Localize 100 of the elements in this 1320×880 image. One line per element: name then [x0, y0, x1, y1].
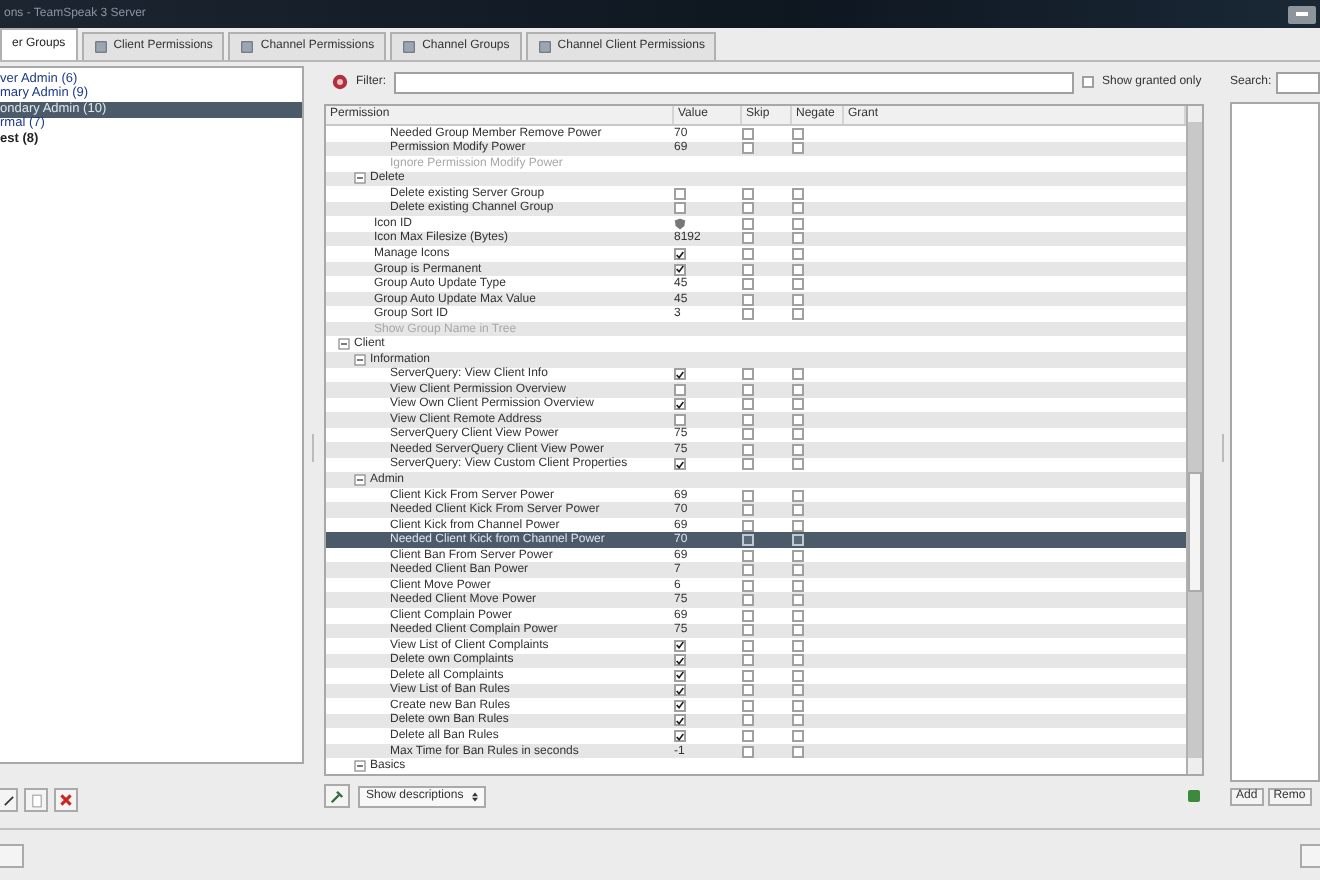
value-checkbox[interactable]: [674, 714, 686, 727]
skip-checkbox[interactable]: [742, 594, 754, 607]
skip-checkbox[interactable]: [742, 202, 754, 215]
edit-button[interactable]: [0, 788, 18, 812]
value-checkbox[interactable]: [674, 458, 686, 471]
skip-checkbox[interactable]: [742, 413, 754, 426]
value-checkbox[interactable]: [674, 263, 686, 276]
negate-checkbox[interactable]: [792, 217, 804, 230]
negate-checkbox[interactable]: [792, 458, 804, 471]
toolbar-button[interactable]: [324, 784, 350, 808]
value-checkbox[interactable]: [674, 654, 686, 667]
skip-checkbox[interactable]: [742, 443, 754, 456]
skip-checkbox[interactable]: [742, 684, 754, 697]
search-input[interactable]: [1275, 71, 1320, 93]
negate-checkbox[interactable]: [792, 699, 804, 712]
negate-checkbox[interactable]: [792, 248, 804, 261]
scrollbar[interactable]: [1186, 106, 1202, 774]
skip-checkbox[interactable]: [742, 248, 754, 261]
negate-checkbox[interactable]: [792, 232, 804, 245]
negate-checkbox[interactable]: [792, 564, 804, 577]
negate-checkbox[interactable]: [792, 624, 804, 637]
negate-checkbox[interactable]: [792, 730, 804, 743]
negate-checkbox[interactable]: [792, 187, 804, 200]
skip-checkbox[interactable]: [742, 187, 754, 200]
negate-checkbox[interactable]: [792, 383, 804, 396]
negate-checkbox[interactable]: [792, 669, 804, 682]
skip-checkbox[interactable]: [742, 142, 754, 155]
skip-checkbox[interactable]: [742, 639, 754, 652]
negate-checkbox[interactable]: [792, 398, 804, 411]
value-checkbox[interactable]: [674, 413, 686, 426]
negate-checkbox[interactable]: [792, 639, 804, 652]
skip-checkbox[interactable]: [742, 368, 754, 381]
negate-checkbox[interactable]: [792, 714, 804, 727]
skip-checkbox[interactable]: [742, 654, 754, 667]
negate-checkbox[interactable]: [792, 368, 804, 381]
negate-checkbox[interactable]: [792, 745, 804, 758]
skip-checkbox[interactable]: [742, 263, 754, 276]
value-checkbox[interactable]: [674, 187, 686, 200]
skip-checkbox[interactable]: [742, 714, 754, 727]
negate-checkbox[interactable]: [792, 609, 804, 622]
skip-checkbox[interactable]: [742, 669, 754, 682]
skip-checkbox[interactable]: [742, 217, 754, 230]
negate-checkbox[interactable]: [792, 142, 804, 155]
skip-checkbox[interactable]: [742, 699, 754, 712]
filter-input[interactable]: [394, 71, 1074, 93]
value-checkbox[interactable]: [674, 202, 686, 215]
skip-checkbox[interactable]: [742, 745, 754, 758]
value-checkbox[interactable]: [674, 730, 686, 743]
negate-checkbox[interactable]: [792, 654, 804, 667]
bottom-right-button[interactable]: [1300, 843, 1320, 867]
skip-checkbox[interactable]: [742, 730, 754, 743]
value-checkbox[interactable]: [674, 669, 686, 682]
tree-toggle-icon[interactable]: [354, 760, 366, 773]
value-checkbox[interactable]: [674, 368, 686, 381]
skip-checkbox[interactable]: [742, 278, 754, 291]
negate-checkbox[interactable]: [792, 549, 804, 562]
bottom-left-button[interactable]: [0, 843, 24, 867]
help-icon[interactable]: [1188, 790, 1200, 802]
negate-checkbox[interactable]: [792, 684, 804, 697]
copy-button[interactable]: [24, 788, 48, 812]
negate-checkbox[interactable]: [792, 278, 804, 291]
negate-checkbox[interactable]: [792, 293, 804, 306]
negate-checkbox[interactable]: [792, 519, 804, 532]
negate-checkbox[interactable]: [792, 308, 804, 321]
negate-checkbox[interactable]: [792, 579, 804, 592]
minimize-button[interactable]: [1288, 5, 1316, 23]
shield-icon[interactable]: [674, 217, 686, 230]
value-checkbox[interactable]: [674, 398, 686, 411]
skip-checkbox[interactable]: [742, 127, 754, 140]
tree-toggle-icon[interactable]: [354, 353, 366, 366]
delete-button[interactable]: [54, 788, 78, 812]
skip-checkbox[interactable]: [742, 489, 754, 502]
negate-checkbox[interactable]: [792, 428, 804, 441]
skip-checkbox[interactable]: [742, 308, 754, 321]
skip-checkbox[interactable]: [742, 293, 754, 306]
skip-checkbox[interactable]: [742, 624, 754, 637]
skip-checkbox[interactable]: [742, 383, 754, 396]
negate-checkbox[interactable]: [792, 202, 804, 215]
negate-checkbox[interactable]: [792, 489, 804, 502]
skip-checkbox[interactable]: [742, 428, 754, 441]
tree-toggle-icon[interactable]: [354, 172, 366, 185]
value-checkbox[interactable]: [674, 248, 686, 261]
negate-checkbox[interactable]: [792, 263, 804, 276]
value-checkbox[interactable]: [674, 684, 686, 697]
skip-checkbox[interactable]: [742, 579, 754, 592]
skip-checkbox[interactable]: [742, 549, 754, 562]
negate-checkbox[interactable]: [792, 443, 804, 456]
tree-toggle-icon[interactable]: [354, 473, 366, 486]
skip-checkbox[interactable]: [742, 458, 754, 471]
skip-checkbox[interactable]: [742, 534, 754, 547]
skip-checkbox[interactable]: [742, 504, 754, 517]
skip-checkbox[interactable]: [742, 398, 754, 411]
show-granted-checkbox[interactable]: [1082, 76, 1094, 88]
skip-checkbox[interactable]: [742, 609, 754, 622]
skip-checkbox[interactable]: [742, 564, 754, 577]
negate-checkbox[interactable]: [792, 127, 804, 140]
value-checkbox[interactable]: [674, 639, 686, 652]
skip-checkbox[interactable]: [742, 519, 754, 532]
value-checkbox[interactable]: [674, 699, 686, 712]
tree-toggle-icon[interactable]: [338, 338, 350, 351]
